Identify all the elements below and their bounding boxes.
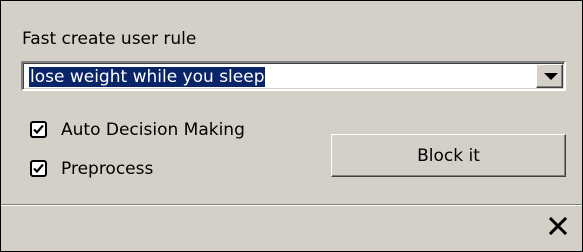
checkmark-icon bbox=[33, 163, 44, 174]
checkmark-icon bbox=[33, 124, 44, 135]
close-icon[interactable] bbox=[548, 216, 568, 236]
preprocess-label[interactable]: Preprocess bbox=[61, 158, 153, 180]
fast-create-rule-panel: Fast create user rule lose weight while … bbox=[0, 0, 583, 252]
combobox-selected-text[interactable]: lose weight while you sleep bbox=[29, 67, 266, 87]
block-it-button[interactable]: Block it bbox=[331, 134, 566, 177]
preprocess-checkbox[interactable] bbox=[30, 160, 47, 177]
panel-title: Fast create user rule bbox=[22, 29, 197, 49]
chevron-down-icon bbox=[544, 73, 558, 80]
auto-decision-label[interactable]: Auto Decision Making bbox=[61, 119, 245, 141]
combobox-dropdown-button[interactable] bbox=[536, 64, 563, 88]
auto-decision-checkbox[interactable] bbox=[30, 121, 47, 138]
footer-divider bbox=[1, 204, 582, 206]
user-rule-combobox[interactable]: lose weight while you sleep bbox=[21, 61, 566, 91]
